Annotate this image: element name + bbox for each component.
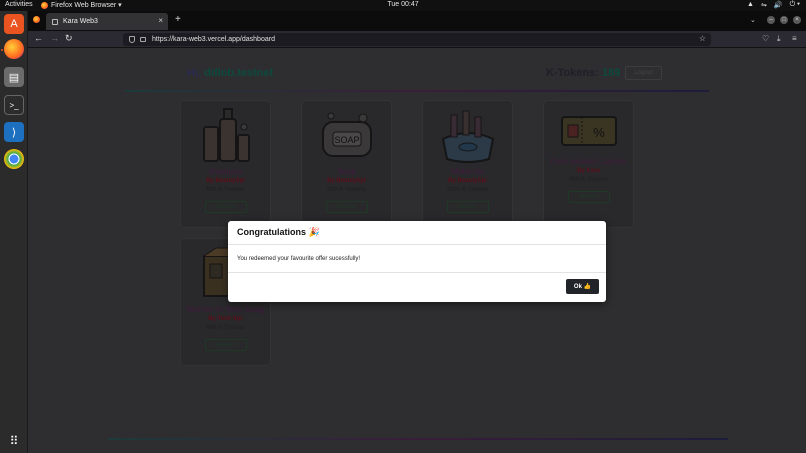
redeem-button[interactable]: Redeem <box>204 201 247 213</box>
forward-button[interactable]: → <box>50 33 59 43</box>
svg-text:SOAP: SOAP <box>334 135 359 145</box>
vscode-icon[interactable]: ⟩ <box>4 122 24 142</box>
app-menu-label: Firefox Web Browser ▾ <box>51 2 122 9</box>
redeem-button[interactable]: Redeem <box>204 339 247 351</box>
tab-close-icon[interactable]: × <box>158 16 163 25</box>
ktokens-label: K-Tokens: <box>546 67 599 79</box>
address-bar[interactable]: https://kara-web3.vercel.app/dashboard ☆ <box>123 33 711 46</box>
username: ddlob.testnet <box>204 67 274 79</box>
offer-provider: By BeautySpi <box>206 178 245 184</box>
modal-message: You redeemed your favourite offer sucess… <box>228 245 606 273</box>
chrome-icon[interactable] <box>4 149 24 169</box>
firefox-icon <box>41 1 48 9</box>
offer-name: shampoo <box>209 167 242 176</box>
coupon-ticket-icon: % <box>560 107 618 155</box>
logout-button[interactable]: Logout <box>625 66 662 80</box>
greeting: Hi, ddlob.testnet <box>187 67 273 79</box>
pocket-icon[interactable]: ♡ <box>762 34 769 43</box>
system-tray[interactable]: ▲ ⇋ 🔊 ⏻ ▾ <box>747 1 800 9</box>
svg-text:%: % <box>593 125 605 140</box>
offer-price: 600 K-Tokens <box>327 187 366 193</box>
dock: A ▤ >_ ⟩ ⠿ <box>0 11 28 453</box>
offer-provider: By Kara <box>577 168 600 174</box>
offer-provider: By BeautySpi <box>327 178 366 184</box>
redeem-button[interactable]: Redeem <box>567 191 610 203</box>
offer-price: 800 K-Tokens <box>206 325 245 331</box>
offer-card: SOAP Soap By BeautySpi 600 K-Tokens Rede… <box>301 100 392 228</box>
shampoo-bottles-icon <box>197 107 255 165</box>
show-apps-icon[interactable]: ⠿ <box>4 431 24 451</box>
modal-title: Congratulations 🎉 <box>228 221 606 245</box>
list-tabs-icon[interactable]: ⌄ <box>750 16 756 24</box>
ubuntu-software-icon[interactable]: A <box>4 14 24 34</box>
bookmark-star-icon[interactable]: ☆ <box>699 34 706 43</box>
page-favicon-icon <box>52 18 58 25</box>
tracking-protection-icon[interactable] <box>129 36 135 43</box>
ok-button[interactable]: Ok 👍 <box>566 279 599 294</box>
soap-bar-icon: SOAP <box>318 107 376 165</box>
offer-card: Make Up By BeautySpi 1000 K-Tokens Redee… <box>422 100 513 228</box>
offer-provider: By Tech Xpr <box>208 316 243 322</box>
greeting-prefix: Hi, <box>187 67 202 79</box>
activities-button[interactable]: Activities <box>5 1 33 8</box>
makeup-kit-icon <box>439 107 497 165</box>
offer-name: Free session Copons <box>550 157 627 166</box>
reload-button[interactable]: ↻ <box>65 33 73 44</box>
tab-kara-web3[interactable]: Kara Web3 × <box>46 13 168 30</box>
minimize-button[interactable]: – <box>767 16 775 24</box>
dashboard-page: Hi, ddlob.testnet K-Tokens: 189 Logout s… <box>28 48 806 453</box>
header-divider <box>125 90 709 92</box>
redeem-button[interactable]: Redeem <box>325 201 368 213</box>
offer-price: 1000 K-Tokens <box>446 187 489 193</box>
close-window-button[interactable]: × <box>793 16 801 24</box>
app-menu[interactable]: Firefox Web Browser ▾ <box>41 1 122 9</box>
downloads-icon[interactable]: ⤓ <box>777 34 781 44</box>
offer-name: Make Up <box>451 167 484 176</box>
files-icon[interactable]: ▤ <box>4 67 24 87</box>
volume-icon[interactable]: 🔊 <box>774 1 783 9</box>
offer-price: 800 K-Tokens <box>206 187 245 193</box>
tab-bar: Kara Web3 × + ⌄ – □ × <box>28 11 806 31</box>
new-tab-button[interactable]: + <box>175 14 181 25</box>
lock-icon[interactable] <box>140 37 146 42</box>
url-text[interactable]: https://kara-web3.vercel.app/dashboard <box>152 36 275 43</box>
firefox-window: Kara Web3 × + ⌄ – □ × ← → ↻ https://kara… <box>28 11 806 453</box>
ktokens-balance: K-Tokens: 189 <box>546 67 620 79</box>
offer-card: shampoo By BeautySpi 800 K-Tokens Redeem <box>180 100 271 228</box>
accessibility-icon[interactable]: ▲ <box>747 1 754 9</box>
power-icon[interactable]: ⏻ ▾ <box>790 1 800 9</box>
congratulations-modal: Congratulations 🎉 You redeemed your favo… <box>228 221 606 302</box>
offer-card: % Free session Copons By Kara 800 K-Toke… <box>543 100 634 228</box>
offer-name: Soap <box>337 167 356 176</box>
terminal-icon[interactable]: >_ <box>4 95 24 115</box>
offer-price: 800 K-Tokens <box>569 177 608 183</box>
maximize-button[interactable]: □ <box>780 16 788 24</box>
system-top-bar: Activities Firefox Web Browser ▾ Tue 00:… <box>0 0 806 11</box>
offer-name: Women In Tech Swag <box>186 305 265 314</box>
ktokens-value: 189 <box>602 67 621 79</box>
tab-title: Kara Web3 <box>63 18 98 25</box>
firefox-dock-icon[interactable] <box>4 39 24 59</box>
firefox-view-icon[interactable] <box>33 16 40 23</box>
back-button[interactable]: ← <box>34 33 43 43</box>
network-icon[interactable]: ⇋ <box>761 1 767 9</box>
offer-provider: By BeautySpi <box>448 178 487 184</box>
navigation-toolbar: ← → ↻ https://kara-web3.vercel.app/dashb… <box>28 31 806 48</box>
footer-divider <box>108 438 728 440</box>
running-indicator <box>1 49 3 51</box>
app-menu-icon[interactable]: ≡ <box>792 34 797 43</box>
redeem-button[interactable]: Redeem <box>446 201 489 213</box>
